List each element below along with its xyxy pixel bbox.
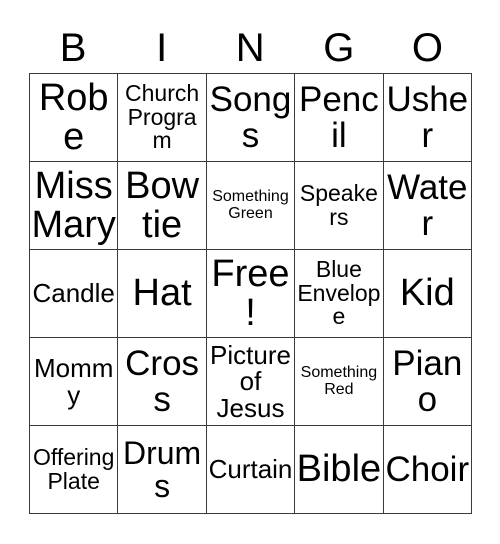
bingo-header-letter-n: N	[235, 25, 266, 70]
bingo-cell[interactable]: Pencil	[295, 74, 384, 162]
bingo-cell-label: Mommy	[33, 352, 114, 410]
bingo-header-row: B I N G O	[29, 22, 472, 73]
bingo-cell-label: Speakers	[299, 180, 378, 230]
bingo-header-letter-g: G	[323, 25, 355, 70]
bingo-header-letter-o: O	[411, 25, 444, 70]
bingo-cell-label: Something Green	[212, 188, 289, 222]
bingo-cell[interactable]: Piano	[383, 338, 472, 426]
bingo-cell[interactable]: Robe	[30, 74, 119, 162]
bingo-cell[interactable]: Curtain	[206, 426, 296, 514]
bingo-cell[interactable]: Offering Plate	[30, 426, 119, 514]
bingo-cell-label: Water	[387, 167, 468, 243]
bingo-cell-label: Robe	[38, 76, 109, 158]
bingo-cell[interactable]: Bow tie	[118, 162, 207, 250]
bingo-cell-label: Picture of Jesus	[210, 339, 291, 423]
bingo-card: B I N G O Robe Church Program Songs Penci…	[0, 0, 500, 544]
bingo-cell-label: Free!	[211, 252, 290, 334]
bingo-cell[interactable]: Choir	[383, 426, 472, 514]
bingo-cell-free[interactable]: Free!	[206, 250, 296, 338]
bingo-cell-label: Something Red	[300, 364, 378, 398]
bingo-cell[interactable]: Picture of Jesus	[206, 338, 296, 426]
bingo-cell[interactable]: Kid	[383, 250, 472, 338]
bingo-cell[interactable]: Hat	[118, 250, 207, 338]
bingo-cell[interactable]: Something Green	[206, 162, 296, 250]
bingo-cell-label: Cross	[125, 343, 200, 419]
bingo-cell-label: Offering Plate	[32, 444, 115, 494]
bingo-cell[interactable]: Something Red	[295, 338, 384, 426]
bingo-cell-label: Songs	[209, 79, 292, 155]
bingo-header-letter-b: B	[59, 25, 87, 70]
bingo-cell[interactable]: Church Program	[118, 74, 207, 162]
bingo-cell[interactable]: Cross	[118, 338, 207, 426]
bingo-cell-label: Drums	[122, 434, 202, 504]
bingo-cell[interactable]: Drums	[118, 426, 207, 514]
bingo-cell-label: Miss Mary	[31, 164, 116, 246]
bingo-cell-label: Curtain	[208, 454, 293, 485]
bingo-cell-label: Hat	[132, 272, 192, 315]
bingo-cell-label: Bow tie	[125, 164, 200, 246]
bingo-grid: Robe Church Program Songs Pencil Usher Mi…	[29, 73, 472, 514]
bingo-cell[interactable]: Blue Envelope	[295, 250, 384, 338]
bingo-cell-label: Usher	[386, 79, 469, 155]
bingo-cell[interactable]: Usher	[383, 74, 472, 162]
bingo-cell[interactable]: Miss Mary	[30, 162, 119, 250]
bingo-cell-label: Choir	[385, 449, 470, 489]
bingo-cell[interactable]: Bible	[295, 426, 384, 514]
bingo-cell-label: Bible	[296, 448, 382, 491]
bingo-header-letter-i: I	[156, 25, 168, 70]
bingo-cell-label: Pencil	[299, 79, 379, 155]
bingo-cell-label: Church Program	[125, 80, 200, 154]
bingo-cell[interactable]: Water	[383, 162, 472, 250]
bingo-cell-label: Candle	[32, 278, 115, 309]
bingo-cell[interactable]: Songs	[206, 74, 296, 162]
bingo-cell-label: Blue Envelope	[297, 256, 381, 330]
bingo-cell[interactable]: Mommy	[30, 338, 119, 426]
bingo-cell-label: Kid	[399, 272, 455, 315]
bingo-cell[interactable]: Candle	[30, 250, 119, 338]
bingo-cell[interactable]: Speakers	[295, 162, 384, 250]
bingo-cell-label: Piano	[392, 343, 463, 419]
